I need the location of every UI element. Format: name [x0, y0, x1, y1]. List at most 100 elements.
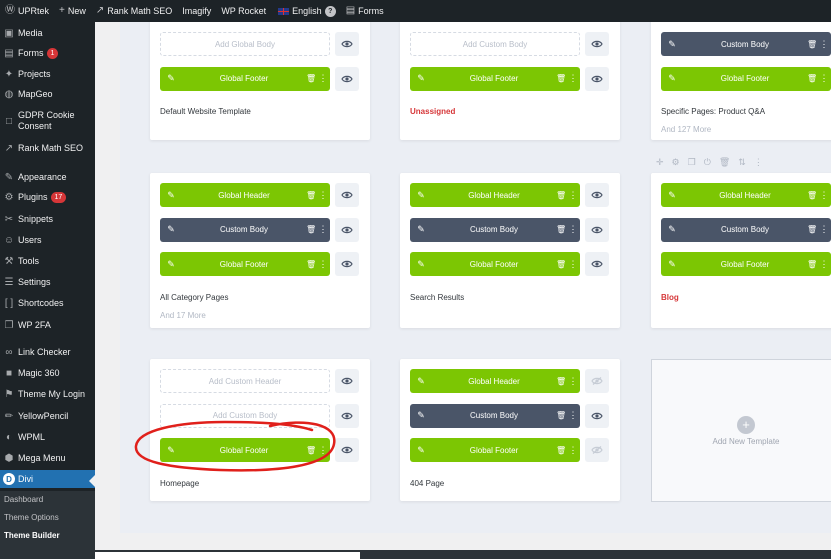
eye-icon[interactable] — [335, 32, 359, 56]
edit-pencil-icon[interactable]: ✎ — [410, 445, 432, 456]
trash-icon[interactable]: 🗑 — [807, 225, 817, 234]
layout-add-custom-body-button[interactable]: Add Custom Body — [160, 403, 330, 428]
edit-pencil-icon[interactable]: ✎ — [160, 190, 182, 201]
trash-icon[interactable]: 🗑 — [807, 191, 817, 200]
layout-add-custom-header-button[interactable]: Add Custom Header — [160, 369, 330, 393]
eye-hidden-icon[interactable] — [585, 438, 609, 462]
edit-pencil-icon[interactable]: ✎ — [661, 224, 683, 235]
more-options-icon[interactable]: ⋮ — [316, 445, 330, 456]
sort-icon[interactable]: ⇅ — [738, 157, 746, 168]
more-options-icon[interactable]: ⋮ — [316, 73, 330, 84]
add-new-template-button[interactable]: + Add New Template — [651, 359, 831, 502]
layout-custom-body-button[interactable]: ✎ Custom Body 🗑 ⋮ — [410, 403, 580, 428]
adminbar-forms[interactable]: ▤ Forms — [341, 0, 389, 22]
scrollbar-track[interactable] — [95, 552, 360, 559]
sidebar-item-mapgeo[interactable]: ◍ MapGeo — [0, 85, 95, 103]
sidebar-item-media[interactable]: ▣ Media — [0, 24, 95, 42]
edit-pencil-icon[interactable]: ✎ — [410, 410, 432, 421]
eye-icon[interactable] — [585, 403, 609, 428]
more-options-icon[interactable]: ⋮ — [566, 73, 580, 84]
edit-pencil-icon[interactable]: ✎ — [410, 224, 432, 235]
adminbar-uprtek[interactable]: Ⓦ UPRtek — [0, 0, 54, 22]
assignments-more-link[interactable]: And 127 More — [661, 125, 711, 134]
trash-icon[interactable]: 🗑 — [306, 225, 316, 234]
eye-icon[interactable] — [335, 217, 359, 242]
trash-icon[interactable]: 🗑 — [556, 191, 566, 200]
eye-icon[interactable] — [585, 217, 609, 242]
eye-icon[interactable] — [335, 438, 359, 462]
gear-icon[interactable]: ⚙ — [672, 157, 680, 168]
adminbar-rank-math-seo[interactable]: ↗ Rank Math SEO — [91, 0, 177, 22]
submenu-theme-options[interactable]: Theme Options — [4, 513, 59, 522]
sidebar-item-magic-360[interactable]: ■ Magic 360 — [0, 364, 95, 382]
sidebar-item-yellowpencil[interactable]: ✏ YellowPencil — [0, 407, 95, 425]
more-options-icon[interactable]: ⋮ — [316, 190, 330, 201]
edit-pencil-icon[interactable]: ✎ — [661, 39, 683, 50]
dots-icon[interactable]: ⋮ — [754, 157, 763, 168]
layout-global-footer-button[interactable]: ✎ Global Footer 🗑 ⋮ — [160, 252, 330, 276]
sidebar-item-settings[interactable]: ☰ Settings — [0, 273, 95, 291]
trash-icon[interactable]: 🗑 — [556, 225, 566, 234]
submenu-dashboard[interactable]: Dashboard — [4, 495, 43, 504]
power-icon[interactable]: ⏻ — [704, 157, 711, 168]
sidebar-item-forms[interactable]: ▤ Forms 1 — [0, 44, 95, 62]
more-options-icon[interactable]: ⋮ — [566, 190, 580, 201]
edit-pencil-icon[interactable]: ✎ — [410, 190, 432, 201]
sidebar-item-theme-my-login[interactable]: ⚑ Theme My Login — [0, 385, 95, 403]
adminbar-english[interactable]: English? — [273, 0, 341, 22]
sidebar-item-shortcodes[interactable]: [ ] Shortcodes — [0, 294, 95, 312]
trash-icon[interactable]: 🗑 — [807, 74, 817, 83]
sidebar-item-link-checker[interactable]: ∞ Link Checker — [0, 343, 95, 361]
layout-custom-body-button[interactable]: ✎ Custom Body 🗑 ⋮ — [661, 217, 831, 242]
layout-custom-body-button[interactable]: ✎ Custom Body 🗑 ⋮ — [410, 217, 580, 242]
trash-icon[interactable]: 🗑 — [556, 260, 566, 269]
trash-icon[interactable]: 🗑 — [807, 260, 817, 269]
submenu-theme-builder[interactable]: Theme Builder — [4, 531, 60, 540]
trash-icon[interactable]: 🗑 — [556, 74, 566, 83]
trash-icon[interactable]: 🗑 — [306, 74, 316, 83]
layout-global-footer-button[interactable]: ✎ Global Footer 🗑 ⋮ — [410, 66, 580, 91]
more-options-icon[interactable]: ⋮ — [566, 259, 580, 270]
trash-icon[interactable]: 🗑 — [719, 157, 730, 168]
edit-pencil-icon[interactable]: ✎ — [661, 259, 683, 270]
eye-icon[interactable] — [335, 66, 359, 91]
edit-pencil-icon[interactable]: ✎ — [160, 224, 182, 235]
sidebar-item-wp-2fa[interactable]: ❐ WP 2FA — [0, 316, 95, 334]
trash-icon[interactable]: 🗑 — [807, 40, 817, 49]
layout-global-footer-button[interactable]: ✎ Global Footer 🗑 ⋮ — [661, 66, 831, 91]
more-options-icon[interactable]: ⋮ — [817, 224, 831, 235]
sidebar-item-rank-math-seo[interactable]: ↗ Rank Math SEO — [0, 139, 95, 157]
layout-global-footer-button[interactable]: ✎ Global Footer 🗑 ⋮ — [160, 66, 330, 91]
trash-icon[interactable]: 🗑 — [556, 446, 566, 455]
layout-global-header-button[interactable]: ✎ Global Header 🗑 ⋮ — [410, 369, 580, 393]
sidebar-item-snippets[interactable]: ✂ Snippets — [0, 210, 95, 228]
sidebar-item-gdpr-cookie-consent[interactable]: □ GDPR Cookie Consent — [0, 108, 95, 134]
more-options-icon[interactable]: ⋮ — [817, 73, 831, 84]
more-options-icon[interactable]: ⋮ — [817, 259, 831, 270]
more-options-icon[interactable]: ⋮ — [566, 410, 580, 421]
eye-icon[interactable] — [335, 183, 359, 207]
sidebar-item-mega-menu[interactable]: ⬢ Mega Menu — [0, 449, 95, 467]
layout-global-footer-button[interactable]: ✎ Global Footer 🗑 ⋮ — [160, 438, 330, 462]
sidebar-item-projects[interactable]: ✦ Projects — [0, 65, 95, 83]
more-options-icon[interactable]: ⋮ — [817, 39, 831, 50]
sidebar-item-tools[interactable]: ⚒ Tools — [0, 252, 95, 270]
edit-pencil-icon[interactable]: ✎ — [410, 259, 432, 270]
edit-pencil-icon[interactable]: ✎ — [410, 73, 432, 84]
sidebar-item-wpml[interactable]: ◐ WPML — [0, 428, 95, 446]
more-options-icon[interactable]: ⋮ — [316, 224, 330, 235]
layout-add-global-body-button[interactable]: Add Global Body — [160, 32, 330, 56]
sidebar-item-appearance[interactable]: ✎ Appearance — [0, 168, 95, 186]
sidebar-item-users[interactable]: ☺ Users — [0, 231, 95, 249]
layout-add-custom-body-button[interactable]: Add Custom Body — [410, 32, 580, 56]
more-options-icon[interactable]: ⋮ — [566, 224, 580, 235]
edit-pencil-icon[interactable]: ✎ — [160, 259, 182, 270]
eye-icon[interactable] — [335, 369, 359, 393]
layout-global-header-button[interactable]: ✎ Global Header 🗑 ⋮ — [160, 183, 330, 207]
layout-global-footer-button[interactable]: ✎ Global Footer 🗑 ⋮ — [410, 438, 580, 462]
trash-icon[interactable]: 🗑 — [306, 446, 316, 455]
layout-global-footer-button[interactable]: ✎ Global Footer 🗑 ⋮ — [661, 252, 831, 276]
eye-hidden-icon[interactable] — [585, 369, 609, 393]
layout-global-header-button[interactable]: ✎ Global Header 🗑 ⋮ — [661, 183, 831, 207]
more-options-icon[interactable]: ⋮ — [817, 190, 831, 201]
